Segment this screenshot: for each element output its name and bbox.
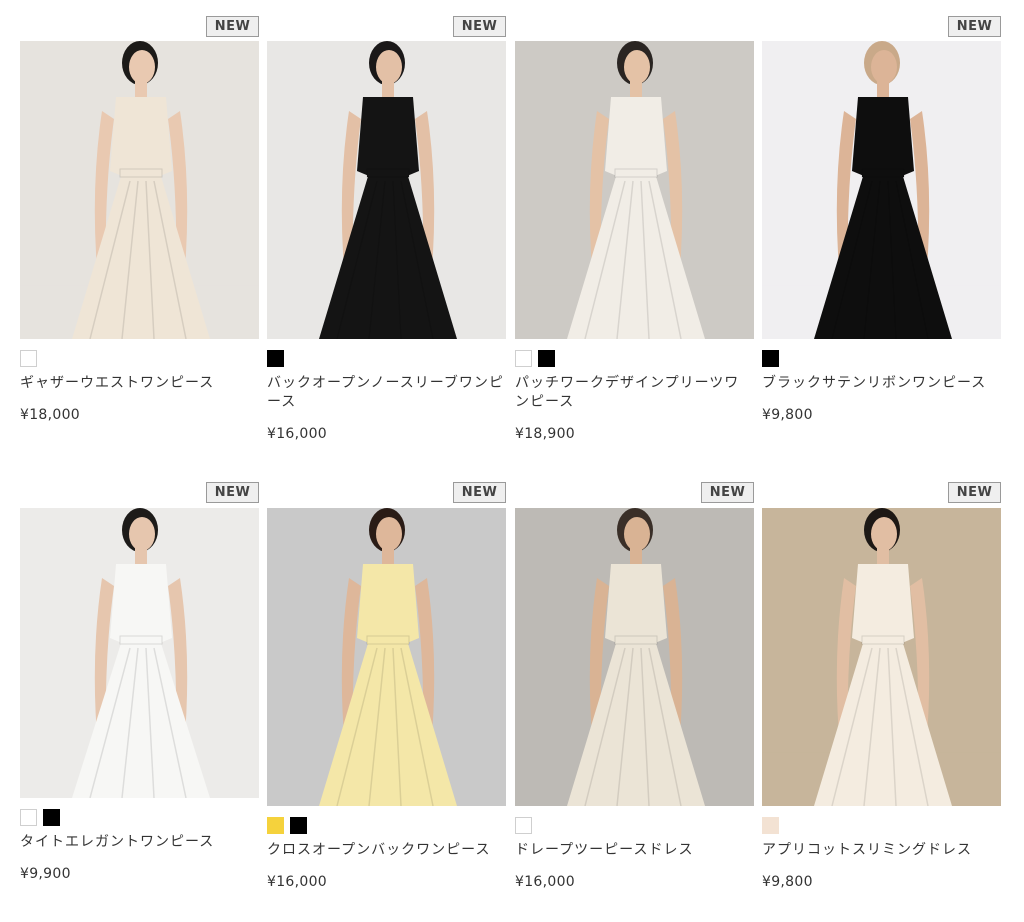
- product-card[interactable]: パッチワークデザインプリーツワンピース ¥18,900: [515, 16, 754, 456]
- black-maxi-dress-photo[interactable]: [267, 41, 506, 339]
- color-swatch[interactable]: [267, 817, 284, 834]
- black-satin-dress-photo[interactable]: [762, 41, 1001, 339]
- yellow-open-back-dress-photo: [267, 508, 506, 806]
- ivory-patchwork-dress-photo[interactable]: [515, 41, 754, 339]
- apricot-long-sleeve-dress-photo: [762, 508, 1001, 806]
- product-price: ¥9,800: [762, 407, 813, 423]
- product-name[interactable]: アプリコットスリミングドレス: [762, 841, 1001, 860]
- color-swatch[interactable]: [43, 809, 60, 826]
- product-card[interactable]: NEW ドレープツーピースドレス ¥16,000: [515, 482, 754, 922]
- product-price: ¥18,900: [515, 426, 575, 442]
- product-card[interactable]: NEW ギャザーウエストワンピース ¥18,000: [20, 16, 259, 456]
- product-price: ¥16,000: [267, 426, 327, 442]
- color-swatches: [515, 817, 532, 834]
- product-name[interactable]: バックオープンノースリーブワンピース: [267, 374, 506, 412]
- color-swatch[interactable]: [290, 817, 307, 834]
- product-price: ¥16,000: [515, 874, 575, 890]
- pleated-dress-photo[interactable]: [20, 41, 259, 339]
- new-badge: NEW: [206, 482, 259, 503]
- color-swatch[interactable]: [20, 350, 37, 367]
- product-name[interactable]: タイトエレガントワンピース: [20, 833, 259, 852]
- yellow-open-back-dress-photo[interactable]: [267, 508, 506, 806]
- product-name[interactable]: クロスオープンバックワンピース: [267, 841, 506, 860]
- color-swatch[interactable]: [515, 350, 532, 367]
- color-swatch[interactable]: [267, 350, 284, 367]
- color-swatches: [762, 817, 779, 834]
- color-swatch[interactable]: [20, 809, 37, 826]
- color-swatch[interactable]: [538, 350, 555, 367]
- product-card[interactable]: NEW バックオープンノースリーブワンピース ¥16,000: [267, 16, 506, 456]
- drape-two-piece-dress-photo: [515, 508, 754, 806]
- product-card[interactable]: NEW ブラックサテンリボンワンピース ¥9,800: [762, 16, 1001, 456]
- new-badge: NEW: [206, 16, 259, 37]
- product-price: ¥9,800: [762, 874, 813, 890]
- product-price: ¥16,000: [267, 874, 327, 890]
- product-name[interactable]: ギャザーウエストワンピース: [20, 374, 259, 393]
- color-swatches: [20, 809, 60, 826]
- product-name[interactable]: ブラックサテンリボンワンピース: [762, 374, 1001, 393]
- white-sleeveless-dress-photo: [20, 508, 259, 798]
- new-badge: NEW: [948, 482, 1001, 503]
- color-swatch[interactable]: [515, 817, 532, 834]
- product-card[interactable]: NEW アプリコットスリミングドレス ¥9,800: [762, 482, 1001, 922]
- color-swatches: [762, 350, 779, 367]
- product-name[interactable]: パッチワークデザインプリーツワンピース: [515, 374, 754, 412]
- new-badge: NEW: [948, 16, 1001, 37]
- color-swatches: [20, 350, 37, 367]
- product-price: ¥9,900: [20, 866, 71, 882]
- apricot-long-sleeve-dress-photo[interactable]: [762, 508, 1001, 806]
- color-swatch[interactable]: [762, 817, 779, 834]
- product-price: ¥18,000: [20, 407, 80, 423]
- ivory-patchwork-dress-photo: [515, 41, 754, 339]
- new-badge: NEW: [453, 16, 506, 37]
- product-card[interactable]: NEW タイトエレガントワンピース ¥9,900: [20, 482, 259, 922]
- color-swatches: [267, 817, 307, 834]
- color-swatches: [515, 350, 555, 367]
- white-sleeveless-dress-photo[interactable]: [20, 508, 259, 798]
- black-maxi-dress-photo: [267, 41, 506, 339]
- color-swatches: [267, 350, 284, 367]
- black-satin-dress-photo: [762, 41, 1001, 339]
- drape-two-piece-dress-photo[interactable]: [515, 508, 754, 806]
- color-swatch[interactable]: [762, 350, 779, 367]
- product-name[interactable]: ドレープツーピースドレス: [515, 841, 754, 860]
- new-badge: NEW: [453, 482, 506, 503]
- product-card[interactable]: NEW クロスオープンバックワンピース ¥16,000: [267, 482, 506, 922]
- new-badge: NEW: [701, 482, 754, 503]
- pleated-dress-photo: [20, 41, 259, 339]
